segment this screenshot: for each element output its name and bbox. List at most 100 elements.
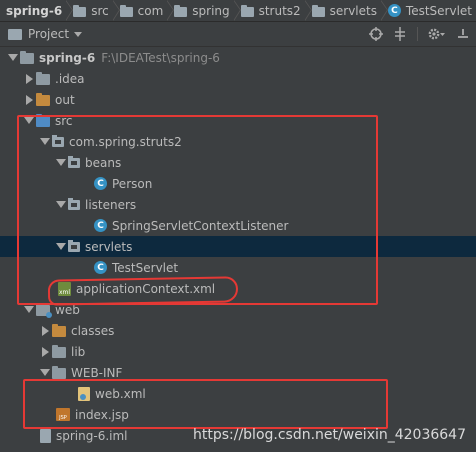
breadcrumb-label: servlets [329, 3, 377, 18]
tree-label: WEB-INF [71, 365, 123, 380]
tree-path: F:\IDEATest\spring-6 [101, 50, 220, 65]
tree-row-person[interactable]: C Person [0, 173, 476, 194]
class-icon: C [94, 219, 107, 232]
project-tree: spring-6 F:\IDEATest\spring-6 .idea out … [0, 47, 476, 452]
tree-label: classes [71, 323, 115, 338]
tree-row-servlets[interactable]: servlets [0, 236, 476, 257]
tree-label: listeners [85, 197, 137, 212]
folder-icon [73, 4, 87, 17]
tree-label: web.xml [95, 386, 146, 401]
tree-label: beans [85, 155, 122, 170]
tree-row-src[interactable]: src [0, 110, 476, 131]
folder-icon [52, 345, 66, 358]
project-icon [8, 28, 22, 40]
collapse-icon[interactable] [393, 27, 407, 41]
project-view-selector[interactable]: Project [28, 27, 69, 41]
hide-icon[interactable] [456, 27, 470, 41]
breadcrumb-item-struts2[interactable]: struts2 [238, 0, 305, 21]
package-icon [68, 197, 80, 210]
breadcrumb-label: struts2 [258, 3, 301, 18]
package-icon [52, 134, 64, 147]
tree-row-beans[interactable]: beans [0, 152, 476, 173]
tree-label: src [55, 113, 73, 128]
tree-label: spring-6 [39, 50, 96, 65]
breadcrumb-separator [65, 0, 74, 21]
breadcrumb-label: TestServlet [405, 3, 473, 18]
tree-label: web [55, 302, 80, 317]
breadcrumb-item-servlets[interactable]: servlets [309, 0, 381, 21]
breadcrumb-item-src[interactable]: src [70, 0, 113, 21]
expand-arrow-icon[interactable] [22, 299, 36, 320]
collapse-arrow-icon[interactable] [38, 341, 52, 362]
breadcrumb-separator [303, 0, 312, 21]
tree-label: spring-6.iml [56, 428, 128, 443]
tree-row-web[interactable]: web [0, 299, 476, 320]
expand-arrow-icon[interactable] [38, 131, 52, 152]
tree-row-listener-class[interactable]: C SpringServletContextListener [0, 215, 476, 236]
web-folder-icon [36, 303, 52, 318]
tree-row-idea[interactable]: .idea [0, 68, 476, 89]
tree-row-testservlet[interactable]: C TestServlet [0, 257, 476, 278]
folder-icon [174, 4, 188, 17]
expand-arrow-icon[interactable] [22, 110, 36, 131]
tree-row-lib[interactable]: lib [0, 341, 476, 362]
breadcrumb-item-project[interactable]: spring-6 [0, 0, 66, 21]
tree-row-classes[interactable]: classes [0, 320, 476, 341]
tree-label: Person [112, 176, 153, 191]
breadcrumb-item-com[interactable]: com [117, 0, 168, 21]
tree-label: com.spring.struts2 [69, 134, 182, 149]
tree-label: SpringServletContextListener [112, 218, 289, 233]
folder-icon [240, 4, 254, 17]
spring-xml-icon: xml [58, 281, 71, 296]
tree-label: TestServlet [112, 260, 179, 275]
expand-arrow-icon[interactable] [54, 152, 68, 173]
collapse-arrow-icon[interactable] [22, 68, 36, 89]
package-icon [68, 155, 80, 168]
folder-icon [311, 4, 325, 17]
breadcrumb-item-testservlet[interactable]: C TestServlet [385, 0, 476, 21]
tree-row-webinf[interactable]: WEB-INF [0, 362, 476, 383]
tree-row-out[interactable]: out [0, 89, 476, 110]
tree-row-package[interactable]: com.spring.struts2 [0, 131, 476, 152]
class-icon: C [387, 4, 401, 17]
web-xml-icon [78, 386, 90, 401]
toolbar-divider [417, 27, 418, 41]
tree-label: .idea [55, 71, 85, 86]
breadcrumb: spring-6 src com spring struts2 servlets… [0, 0, 476, 22]
gear-icon[interactable] [428, 27, 446, 41]
breadcrumb-separator [379, 0, 388, 21]
tree-row-listeners[interactable]: listeners [0, 194, 476, 215]
toolbar-actions [369, 22, 470, 46]
crosshair-icon[interactable] [369, 27, 383, 41]
breadcrumb-separator [232, 0, 241, 21]
tree-row-root[interactable]: spring-6 F:\IDEATest\spring-6 [0, 47, 476, 68]
class-icon: C [94, 261, 107, 274]
watermark: https://blog.csdn.net/weixin_42036647 [192, 427, 466, 443]
class-icon: C [94, 177, 107, 190]
excluded-folder-icon [36, 93, 50, 106]
breadcrumb-separator [111, 0, 120, 21]
expand-arrow-icon[interactable] [6, 47, 20, 68]
expand-arrow-icon[interactable] [54, 194, 68, 215]
breadcrumb-label: src [91, 3, 109, 18]
tree-row-indexjsp[interactable]: JSP index.jsp [0, 404, 476, 425]
project-toolbar: Project [0, 22, 476, 47]
collapse-arrow-icon[interactable] [38, 320, 52, 341]
breadcrumb-label: spring-6 [6, 3, 63, 18]
expand-arrow-icon[interactable] [38, 362, 52, 383]
folder-icon [52, 366, 66, 379]
tree-label: out [55, 92, 75, 107]
module-folder-icon [20, 51, 34, 64]
expand-arrow-icon[interactable] [54, 236, 68, 257]
breadcrumb-item-spring[interactable]: spring [171, 0, 233, 21]
tree-label: servlets [85, 239, 133, 254]
tree-label: lib [71, 344, 86, 359]
collapse-arrow-icon[interactable] [22, 89, 36, 110]
folder-icon [36, 72, 50, 85]
folder-icon [119, 4, 133, 17]
tree-row-webxml[interactable]: web.xml [0, 383, 476, 404]
jsp-file-icon: JSP [56, 408, 70, 421]
tree-row-appcontext[interactable]: xml applicationContext.xml [0, 278, 476, 299]
chevron-down-icon[interactable] [74, 31, 83, 37]
breadcrumb-label: com [137, 3, 164, 18]
